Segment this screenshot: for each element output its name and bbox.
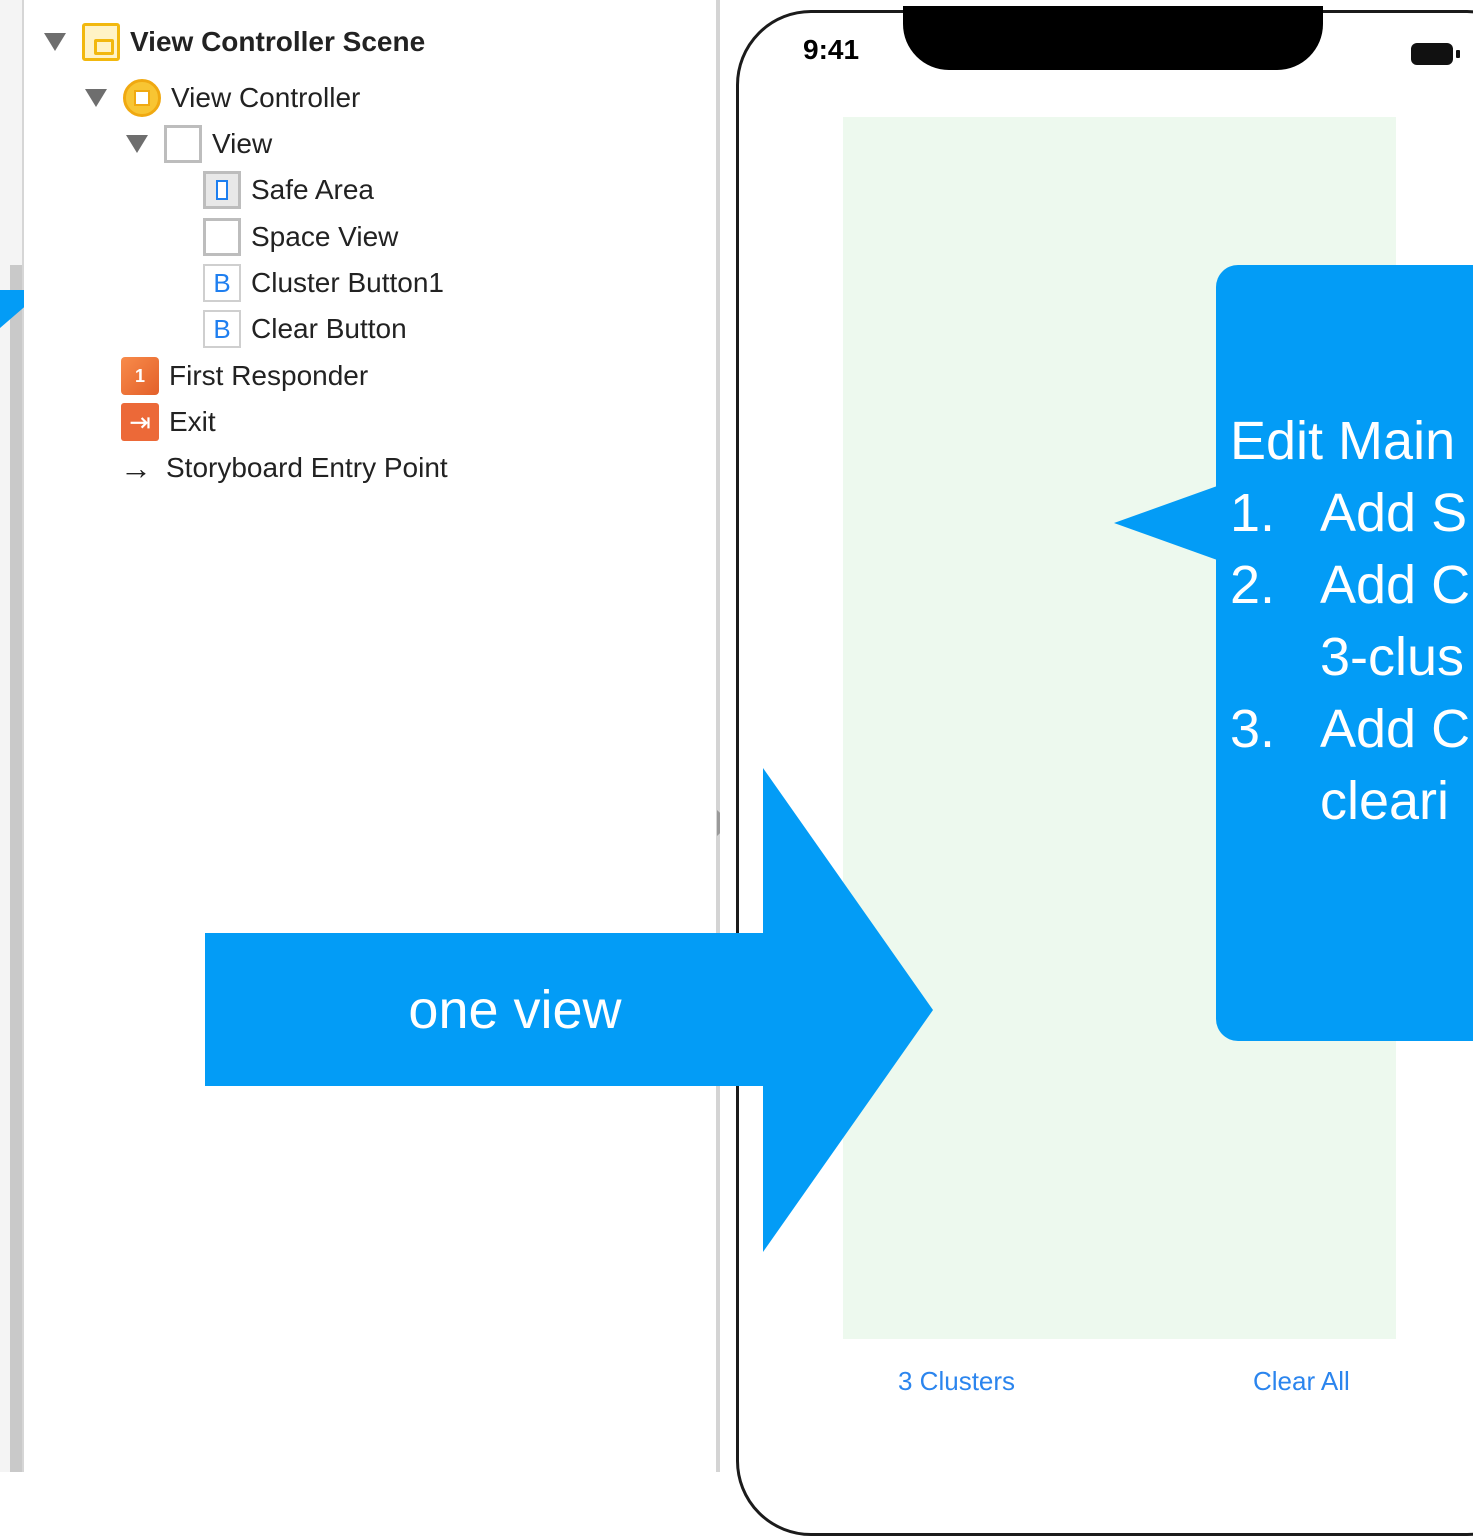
bubble-line-number: 2.	[1230, 555, 1276, 615]
outline-label: View	[212, 128, 273, 159]
bubble-line: Edit Main	[1230, 405, 1470, 477]
bubble-line: 3-clus	[1230, 621, 1470, 693]
bubble-line-number	[1230, 765, 1320, 837]
view-controller-icon	[123, 79, 161, 117]
disclosure-triangle-icon[interactable]	[126, 135, 148, 153]
outline-label: First Responder	[169, 360, 369, 391]
entry-arrow-icon: →	[120, 449, 152, 486]
bubble-line: 3. Add C	[1230, 693, 1470, 765]
button-icon: B	[203, 310, 241, 348]
bubble-line: 2. Add C	[1230, 549, 1470, 621]
outline-row-first-responder[interactable]: 1 First Responder	[121, 354, 368, 398]
disclosure-triangle-icon[interactable]	[85, 89, 107, 107]
outline-label: Storyboard Entry Point	[166, 452, 448, 483]
disclosure-triangle-icon[interactable]	[44, 33, 66, 51]
left-scrollbar[interactable]	[0, 0, 24, 1472]
speech-bubble-text: Edit Main 1. Add S 2. Add C 3-clus 3. Ad…	[1230, 405, 1470, 837]
bubble-line-number: 3.	[1230, 699, 1276, 759]
scene-icon	[82, 23, 120, 61]
outline-row-safe-area[interactable]: Safe Area	[203, 168, 374, 212]
bubble-line-text: Add C	[1320, 555, 1471, 615]
view-icon	[164, 125, 202, 163]
outline-label: Space View	[251, 221, 399, 252]
button-icon: B	[203, 264, 241, 302]
outline-row-exit[interactable]: ⇥ Exit	[121, 400, 216, 444]
status-time: 9:41	[803, 34, 860, 65]
callout-arrow: one view	[205, 933, 765, 1086]
clusters-button[interactable]: 3 Clusters	[898, 1366, 1015, 1397]
bubble-line-text: 3-clus	[1320, 627, 1465, 687]
outline-row-clear-button[interactable]: B Clear Button	[203, 307, 407, 351]
battery-icon	[1411, 43, 1460, 65]
outline-label: View Controller	[171, 82, 361, 113]
speech-bubble-tail	[1114, 485, 1220, 561]
outline-label: View Controller Scene	[130, 26, 426, 57]
scrollbar-thumb[interactable]	[10, 265, 22, 1472]
outline-label: Exit	[169, 406, 216, 437]
callout-arrow-label: one view	[408, 979, 622, 1040]
outline-row-cluster-button[interactable]: B Cluster Button1	[203, 261, 444, 305]
bubble-line-text: Edit Main	[1230, 411, 1456, 471]
bubble-line: cleari	[1230, 765, 1470, 837]
outline-row-space-view[interactable]: Space View	[203, 215, 398, 259]
device-notch	[903, 6, 1323, 70]
speech-bubble: Edit Main 1. Add S 2. Add C 3-clus 3. Ad…	[1216, 265, 1473, 1041]
outline-row-view[interactable]: View	[126, 122, 272, 166]
bubble-line-text: Add S	[1320, 483, 1468, 543]
outline-label: Safe Area	[251, 174, 374, 205]
bubble-line-number: 1.	[1230, 483, 1276, 543]
view-icon	[203, 218, 241, 256]
bubble-line-number	[1230, 621, 1320, 693]
outline-label: Cluster Button1	[251, 267, 444, 298]
clear-all-button[interactable]: Clear All	[1253, 1366, 1350, 1397]
bubble-line-text: cleari	[1320, 771, 1450, 831]
bubble-line: 1. Add S	[1230, 477, 1470, 549]
outline-row-view-controller[interactable]: View Controller	[85, 76, 360, 120]
first-responder-cube-icon: 1	[121, 357, 159, 395]
callout-arrow-head	[763, 768, 933, 1252]
exit-icon: ⇥	[121, 403, 159, 441]
bubble-line-text: Add C	[1320, 699, 1471, 759]
outline-row-entry-point[interactable]: → Storyboard Entry Point	[118, 446, 448, 490]
outline-row-scene[interactable]: View Controller Scene	[44, 20, 425, 64]
outline-label: Clear Button	[251, 313, 407, 344]
safe-area-icon	[203, 171, 241, 209]
